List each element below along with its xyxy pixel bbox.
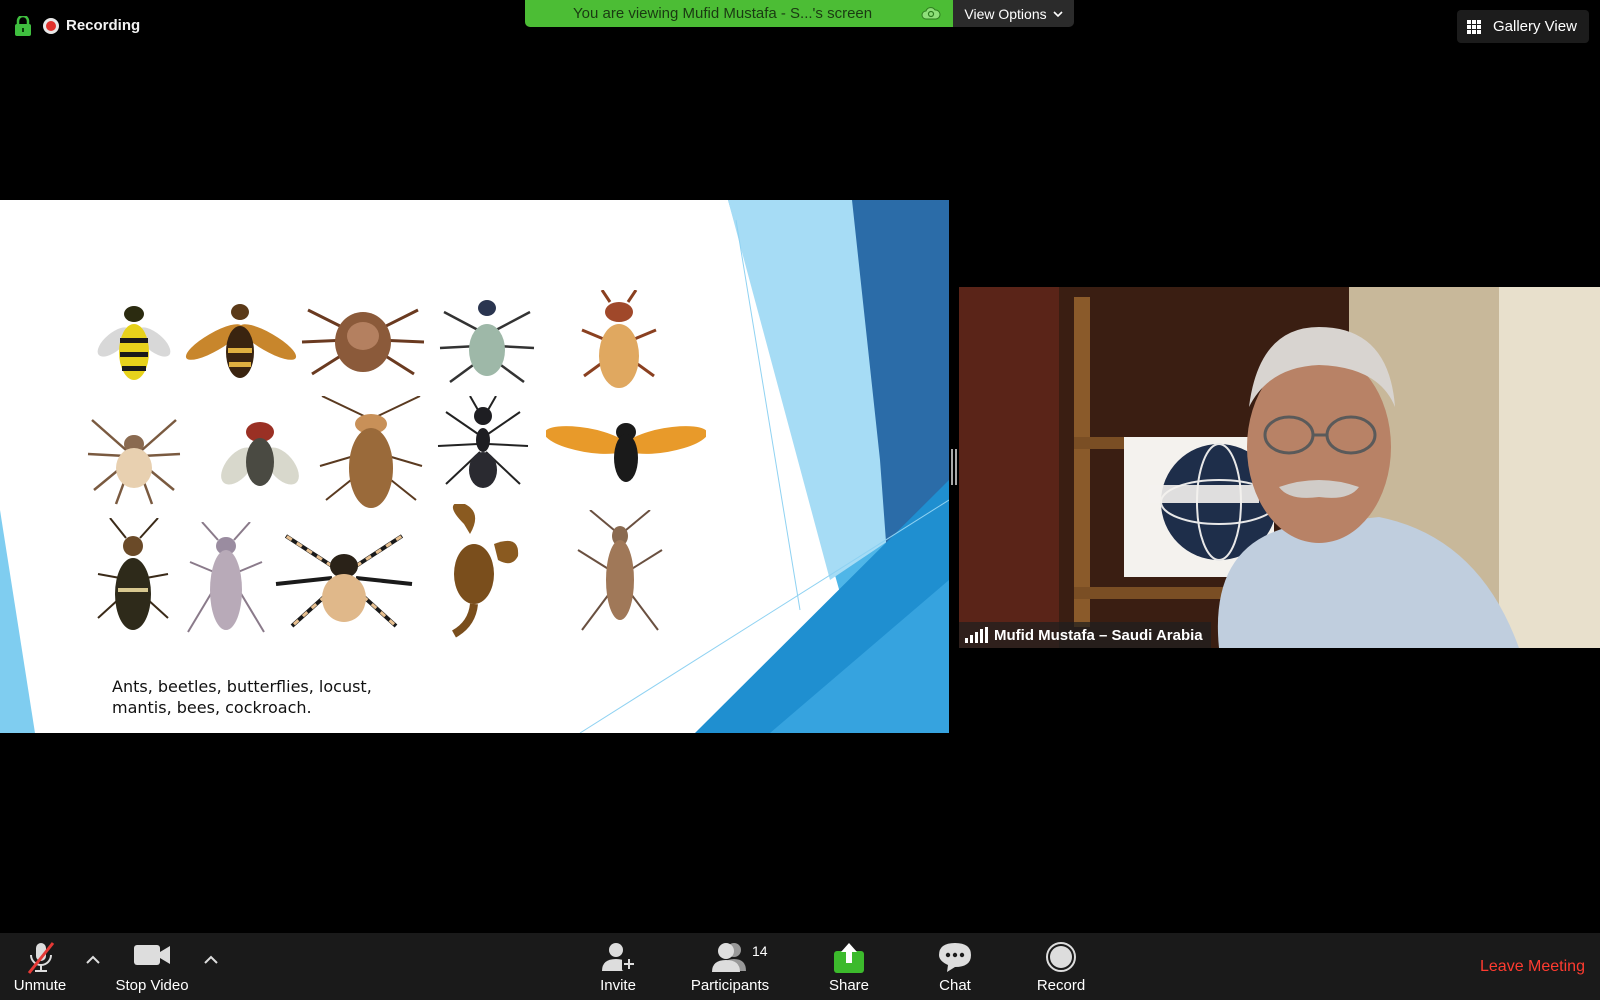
video-options-chevron-up-icon[interactable] <box>204 955 218 965</box>
slide-caption: Ants, beetles, butterflies, locust, mant… <box>112 677 372 717</box>
tick-image <box>301 308 425 376</box>
participant-name-tag: Mufid Mustafa – Saudi Arabia <box>959 622 1211 648</box>
viewing-banner: You are viewing Mufid Mustafa - S...'s s… <box>525 0 953 27</box>
unmute-button[interactable]: Unmute <box>6 933 74 1000</box>
chat-bubble-icon <box>939 943 971 972</box>
video-frame <box>959 287 1600 648</box>
participants-label: Participants <box>690 977 770 994</box>
view-options-button[interactable]: View Options <box>953 0 1074 27</box>
stag-beetle-image <box>581 290 657 388</box>
assassin-bug-image <box>577 510 663 631</box>
invite-button[interactable]: Invite <box>590 933 646 1000</box>
share-screen-button[interactable]: Share <box>820 933 878 1000</box>
cockroach-image <box>319 396 423 508</box>
participant-name: Mufid Mustafa – Saudi Arabia <box>994 626 1203 644</box>
share-label: Share <box>828 977 870 994</box>
share-screen-icon <box>834 943 864 973</box>
leave-meeting-button[interactable]: Leave Meeting <box>1480 958 1585 976</box>
participants-icon <box>712 943 746 972</box>
microphone-muted-icon <box>27 942 55 974</box>
participant-video[interactable] <box>959 287 1600 648</box>
viewing-banner-text: You are viewing Mufid Mustafa - S...'s s… <box>573 5 873 22</box>
split-view-divider[interactable] <box>951 449 957 485</box>
insect-images <box>86 290 706 640</box>
chat-button[interactable]: Chat <box>926 933 984 1000</box>
gallery-view-button[interactable]: Gallery View <box>1457 10 1589 43</box>
ground-beetle-image <box>439 300 535 384</box>
participants-count: 14 <box>752 943 768 959</box>
record-button[interactable]: Record <box>1028 933 1094 1000</box>
wasp-image <box>97 306 171 380</box>
recording-icon <box>43 18 59 34</box>
spider-image <box>87 419 181 505</box>
fly-image <box>221 422 299 486</box>
hornet-image <box>185 304 297 378</box>
audio-options-chevron-up-icon[interactable] <box>86 955 100 965</box>
meeting-toolbar: Unmute Stop Video Invite 14 Participants <box>0 933 1600 1000</box>
record-label: Record <box>1036 977 1086 994</box>
recording-label: Recording <box>66 17 141 34</box>
video-camera-icon <box>134 945 170 965</box>
cricket-image <box>187 522 265 633</box>
lock-icon <box>15 16 31 36</box>
beetle-image <box>97 518 169 630</box>
chat-label: Chat <box>939 977 971 994</box>
cloud-icon <box>921 7 941 20</box>
unmute-label: Unmute <box>13 977 67 994</box>
tarantula-hawk-image <box>546 423 706 482</box>
gallery-view-label: Gallery View <box>1493 18 1577 35</box>
orb-spider-image <box>275 534 413 628</box>
participants-button[interactable]: 14 Participants <box>686 933 774 1000</box>
stop-video-button[interactable]: Stop Video <box>110 933 194 1000</box>
shared-screen: Ants, beetles, butterflies, locust, mant… <box>0 200 949 733</box>
grid-icon <box>1467 19 1481 34</box>
scorpion-image <box>451 504 519 638</box>
chevron-down-icon <box>1053 10 1063 17</box>
record-icon <box>1046 942 1076 972</box>
signal-strength-icon <box>965 627 988 643</box>
invite-label: Invite <box>600 977 636 994</box>
ant-image <box>437 396 529 488</box>
stop-video-label: Stop Video <box>115 977 189 994</box>
add-user-icon <box>602 943 636 971</box>
view-options-label: View Options <box>964 5 1047 22</box>
